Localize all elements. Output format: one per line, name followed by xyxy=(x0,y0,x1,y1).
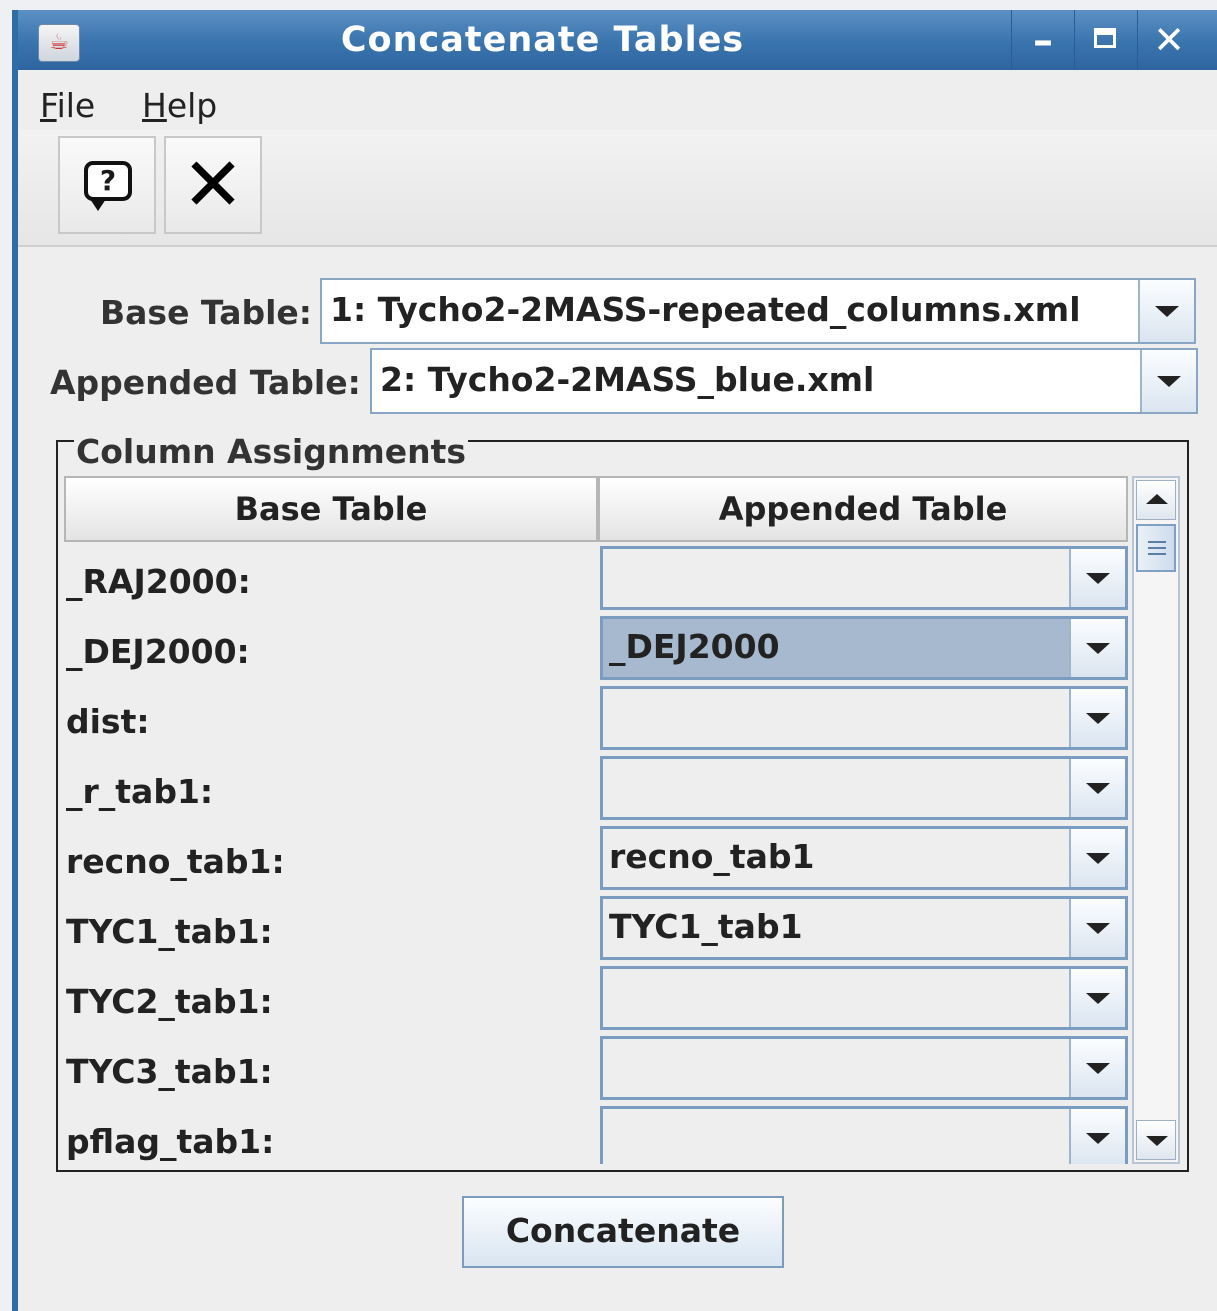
chevron-down-icon xyxy=(1155,306,1179,317)
appended-table-dropdown-button[interactable] xyxy=(1140,350,1196,412)
column-header-appended-table[interactable]: Appended Table xyxy=(598,476,1128,542)
appended-column-value: TYC1_tab1 xyxy=(609,907,803,946)
appended-column-select[interactable] xyxy=(600,966,1128,1030)
arrow-up-icon xyxy=(1146,494,1168,504)
base-table-value: 1: Tycho2-2MASS-repeated_columns.xml xyxy=(330,290,1081,329)
table-vertical-scrollbar[interactable] xyxy=(1132,476,1180,1164)
minimize-icon: – xyxy=(1033,18,1053,64)
chevron-down-icon xyxy=(1086,643,1110,654)
close-icon: ✕ xyxy=(181,142,244,228)
base-table-select[interactable]: 1: Tycho2-2MASS-repeated_columns.xml xyxy=(320,278,1196,344)
column-assignments-table: Base Table Appended Table _RAJ2000: _DEJ2… xyxy=(64,476,1128,1164)
chevron-down-icon xyxy=(1086,853,1110,864)
concatenate-button[interactable]: Concatenate xyxy=(462,1196,784,1268)
appended-column-select[interactable] xyxy=(600,1036,1128,1100)
appended-column-dropdown-button[interactable] xyxy=(1069,1039,1125,1097)
chevron-down-icon xyxy=(1086,923,1110,934)
appended-column-select[interactable]: recno_tab1 xyxy=(600,826,1128,890)
base-column-name: TYC2_tab1: xyxy=(66,982,273,1021)
appended-column-select[interactable] xyxy=(600,546,1128,610)
menu-help[interactable]: Help xyxy=(142,86,217,125)
chevron-down-icon xyxy=(1086,573,1110,584)
scroll-down-button[interactable] xyxy=(1136,1120,1176,1160)
maximize-button[interactable] xyxy=(1074,10,1137,70)
scrollbar-thumb[interactable] xyxy=(1136,524,1176,572)
appended-column-dropdown-button[interactable] xyxy=(1069,759,1125,817)
table-row: pflag_tab1: xyxy=(64,1104,1128,1164)
appended-column-value: _DEJ2000 xyxy=(609,627,780,666)
column-header-base-table[interactable]: Base Table xyxy=(64,476,598,542)
grip-line xyxy=(1148,547,1166,549)
appended-table-value: 2: Tycho2-2MASS_blue.xml xyxy=(380,360,875,399)
table-row: TYC3_tab1: xyxy=(64,1034,1128,1104)
chevron-down-icon xyxy=(1157,376,1181,387)
base-column-name: _r_tab1: xyxy=(66,772,214,811)
maximize-icon xyxy=(1094,28,1116,48)
help-icon-tail xyxy=(90,199,106,211)
title-bar[interactable]: ☕ Concatenate Tables – ✕ xyxy=(18,10,1217,70)
table-row: _DEJ2000: _DEJ2000 xyxy=(64,614,1128,684)
menu-bar: File Help xyxy=(18,70,1217,130)
base-column-name: recno_tab1: xyxy=(66,842,285,881)
menu-file[interactable]: File xyxy=(40,86,95,125)
appended-column-dropdown-button[interactable] xyxy=(1069,899,1125,957)
grip-line xyxy=(1148,541,1166,543)
appended-column-select[interactable]: _DEJ2000 xyxy=(600,616,1128,680)
table-row: dist: xyxy=(64,684,1128,754)
toolbar: ? ✕ xyxy=(18,130,1217,247)
appended-table-label: Appended Table: xyxy=(50,363,361,402)
chevron-down-icon xyxy=(1086,713,1110,724)
appended-column-dropdown-button[interactable] xyxy=(1069,969,1125,1027)
chevron-down-icon xyxy=(1086,1133,1110,1144)
close-window-button[interactable]: ✕ xyxy=(164,136,262,234)
chevron-down-icon xyxy=(1086,1063,1110,1074)
table-row: _r_tab1: xyxy=(64,754,1128,824)
appended-column-dropdown-button[interactable] xyxy=(1069,829,1125,887)
appended-table-select[interactable]: 2: Tycho2-2MASS_blue.xml xyxy=(370,348,1198,414)
base-column-name: _DEJ2000: xyxy=(66,632,250,671)
base-column-name: TYC1_tab1: xyxy=(66,912,273,951)
base-table-label: Base Table: xyxy=(100,293,312,332)
appended-column-dropdown-button[interactable] xyxy=(1069,689,1125,747)
chevron-down-icon xyxy=(1086,783,1110,794)
base-column-name: TYC3_tab1: xyxy=(66,1052,273,1091)
window-close-button[interactable]: ✕ xyxy=(1137,10,1200,70)
appended-column-select[interactable] xyxy=(600,756,1128,820)
appended-column-select[interactable] xyxy=(600,1106,1128,1164)
appended-column-dropdown-button[interactable] xyxy=(1069,619,1125,677)
base-column-name: pflag_tab1: xyxy=(66,1122,275,1161)
help-icon: ? xyxy=(84,161,132,201)
appended-column-value: recno_tab1 xyxy=(609,837,815,876)
menu-help-label: Help xyxy=(142,86,218,125)
base-column-name: _RAJ2000: xyxy=(66,562,251,601)
table-row: recno_tab1: recno_tab1 xyxy=(64,824,1128,894)
close-icon: ✕ xyxy=(1153,18,1185,62)
menu-file-label: File xyxy=(40,86,96,125)
table-row: TYC2_tab1: xyxy=(64,964,1128,1034)
table-row: _RAJ2000: xyxy=(64,544,1128,614)
base-table-dropdown-button[interactable] xyxy=(1138,280,1194,342)
minimize-button[interactable]: – xyxy=(1011,10,1074,70)
base-column-name: dist: xyxy=(66,702,150,741)
appended-column-select[interactable]: TYC1_tab1 xyxy=(600,896,1128,960)
column-assignments-title: Column Assignments xyxy=(74,432,468,471)
table-row: TYC1_tab1: TYC1_tab1 xyxy=(64,894,1128,964)
appended-column-dropdown-button[interactable] xyxy=(1069,549,1125,607)
grip-line xyxy=(1148,553,1166,555)
help-button[interactable]: ? xyxy=(58,136,156,234)
appended-column-dropdown-button[interactable] xyxy=(1069,1109,1125,1164)
arrow-down-icon xyxy=(1146,1136,1168,1146)
scroll-up-button[interactable] xyxy=(1136,480,1176,520)
appended-column-select[interactable] xyxy=(600,686,1128,750)
concatenate-tables-window: ☕ Concatenate Tables – ✕ File Help ? ✕ B… xyxy=(12,10,1217,1311)
chevron-down-icon xyxy=(1086,993,1110,1004)
